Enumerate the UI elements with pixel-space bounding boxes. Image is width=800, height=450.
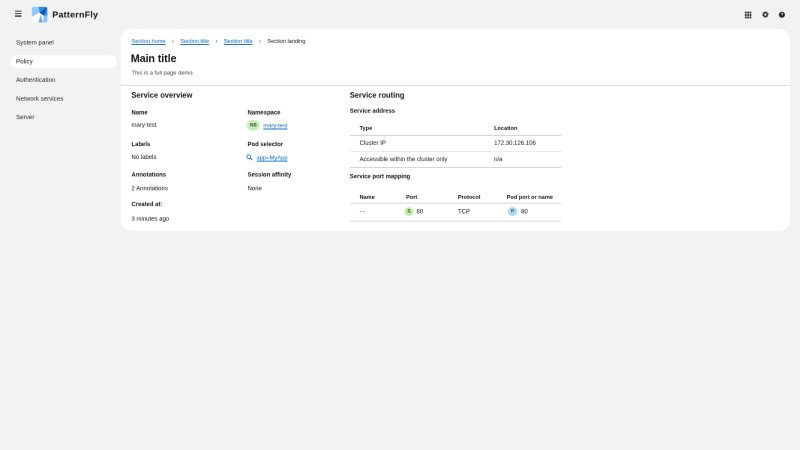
svg-text:?: ?	[781, 12, 784, 17]
